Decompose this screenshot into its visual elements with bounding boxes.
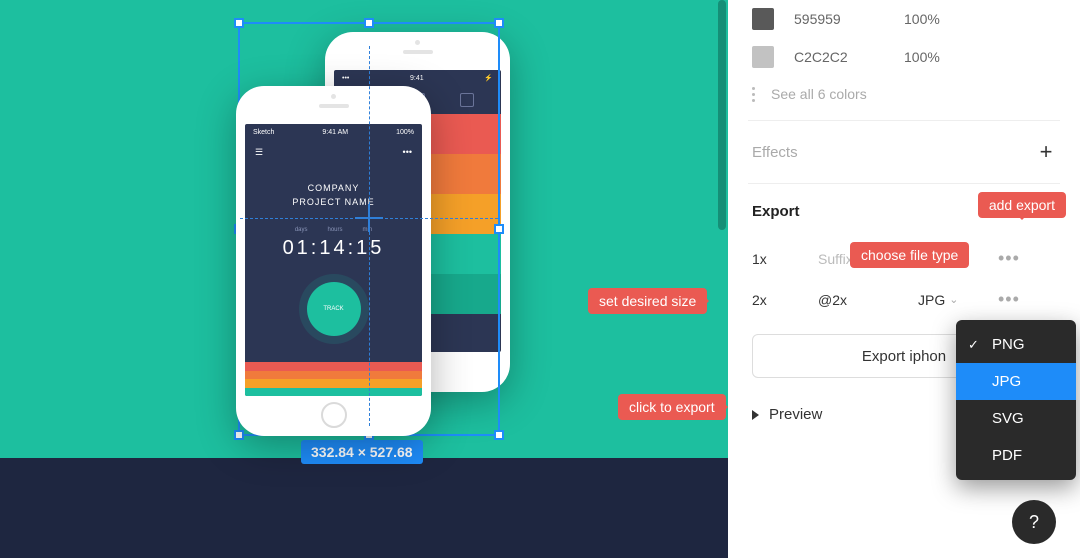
resize-handle[interactable] (494, 430, 504, 440)
color-swatch[interactable] (752, 8, 774, 30)
home-button-icon (321, 402, 347, 428)
menu-icon: ☰ (255, 147, 263, 158)
dropdown-item-svg[interactable]: SVG (956, 400, 1076, 437)
more-icon (752, 87, 755, 102)
export-size-select[interactable]: 2x (752, 292, 808, 308)
export-suffix-input[interactable]: @2x (818, 292, 908, 308)
export-title: Export (752, 203, 800, 220)
color-opacity: 100% (904, 11, 940, 27)
color-row[interactable]: 595959 100% (728, 0, 1080, 38)
annotation-add-export: add export (978, 192, 1066, 218)
annotation-click-to-export: click to export (618, 394, 726, 420)
scrollbar-thumb[interactable] (718, 0, 726, 230)
dropdown-item-pdf[interactable]: PDF (956, 437, 1076, 474)
see-all-colors[interactable]: See all 6 colors (728, 76, 1080, 120)
dropdown-item-jpg[interactable]: JPG (956, 363, 1076, 400)
filetype-dropdown: ✓ PNG JPG SVG PDF (956, 320, 1076, 480)
canvas-area[interactable]: •••9:41⚡ 14:00:00 14:00:00 14:00:00 14:0… (0, 0, 728, 558)
color-hex: C2C2C2 (794, 49, 884, 65)
resize-handle[interactable] (494, 224, 504, 234)
export-row-more[interactable]: ••• (998, 248, 1020, 269)
resize-handle[interactable] (234, 18, 244, 28)
annotation-set-desired-size: set desired size (588, 288, 707, 314)
effects-title: Effects (752, 144, 798, 161)
annotation-choose-file-type: choose file type (850, 242, 969, 268)
effects-section-header[interactable]: Effects + (728, 121, 1080, 183)
phone-mockup-front: Sketch 9:41 AM 100% ☰ ••• COMPANY PROJECT… (236, 86, 431, 436)
inspector-panel: 595959 100% C2C2C2 100% See all 6 colors… (728, 0, 1080, 558)
track-button: TRACK (307, 282, 361, 336)
export-size-select[interactable]: 1x (752, 251, 808, 267)
triangle-right-icon (752, 410, 759, 420)
check-icon: ✓ (968, 337, 979, 353)
status-bar: Sketch 9:41 AM 100% (245, 124, 422, 140)
color-row[interactable]: C2C2C2 100% (728, 38, 1080, 76)
more-icon: ••• (403, 147, 412, 157)
resize-handle[interactable] (364, 18, 374, 28)
add-effect-button[interactable]: + (1036, 139, 1056, 165)
resize-handle[interactable] (494, 18, 504, 28)
export-row-more[interactable]: ••• (998, 289, 1020, 310)
dropdown-item-png[interactable]: ✓ PNG (956, 326, 1076, 363)
help-button[interactable]: ? (1012, 500, 1056, 544)
guide-vertical (369, 46, 370, 426)
alignment-crosshair-icon (359, 208, 379, 228)
timer-display: 01:14:15 (245, 237, 422, 260)
color-opacity: 100% (904, 49, 940, 65)
chevron-down-icon: ⌄ (949, 293, 958, 306)
project-title: COMPANY PROJECT NAME (245, 182, 422, 209)
export-filetype-select[interactable]: JPG⌄ (918, 292, 988, 308)
color-swatch[interactable] (752, 46, 774, 68)
resize-handle[interactable] (234, 430, 244, 440)
export-setting-row: 2x @2x JPG⌄ ••• (728, 279, 1080, 320)
selection-dimensions: 332.84 × 527.68 (301, 440, 423, 464)
color-hex: 595959 (794, 11, 884, 27)
